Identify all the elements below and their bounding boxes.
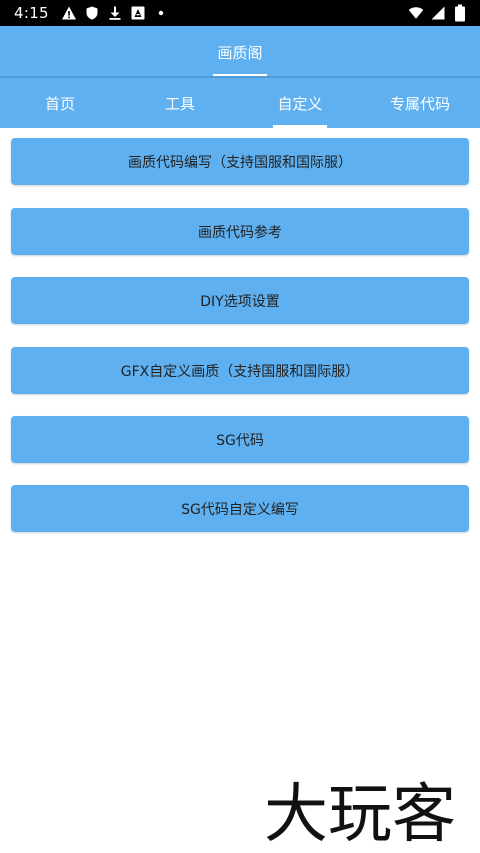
app-notification-icon (130, 5, 146, 21)
graphics-code-write-button[interactable]: 画质代码编写（支持国服和国际服） (11, 138, 469, 185)
status-bar: 4:15 (0, 0, 480, 26)
signal-icon (430, 5, 446, 21)
graphics-code-reference-button[interactable]: 画质代码参考 (11, 208, 469, 255)
wifi-icon (408, 5, 424, 21)
download-icon (107, 5, 123, 21)
shield-icon (84, 5, 100, 21)
warning-icon (61, 5, 77, 21)
active-tab-indicator (273, 125, 327, 128)
tab-custom-label: 自定义 (277, 94, 323, 113)
notification-icons (61, 5, 169, 21)
system-status-icons (408, 4, 468, 22)
diy-options-button[interactable]: DIY选项设置 (11, 277, 469, 324)
watermark-text: 大玩客 (264, 778, 456, 852)
page-title: 画质阁 (217, 44, 263, 62)
menu-button-label: GFX自定义画质（支持国服和国际服） (120, 363, 360, 380)
menu-button-label: SG代码 (216, 432, 264, 449)
menu-button-label: DIY选项设置 (200, 293, 280, 310)
menu-button-label: SG代码自定义编写 (181, 501, 299, 518)
tab-tools[interactable]: 工具 (120, 78, 240, 128)
menu-button-label: 画质代码参考 (198, 224, 282, 241)
app-header: 画质阁 (0, 26, 480, 76)
tab-exclusive-code-label: 专属代码 (389, 94, 450, 113)
tab-home-label: 首页 (44, 94, 75, 113)
tab-bar: 首页 工具 自定义 专属代码 (0, 78, 480, 128)
sg-code-button[interactable]: SG代码 (11, 416, 469, 463)
gfx-custom-graphics-button[interactable]: GFX自定义画质（支持国服和国际服） (11, 347, 469, 394)
more-notifications-dot-icon (153, 5, 169, 21)
status-time: 4:15 (14, 4, 49, 22)
tab-tools-label: 工具 (164, 94, 195, 113)
battery-icon (452, 4, 468, 22)
watermark-logo: 大玩客 (264, 778, 456, 852)
tab-custom[interactable]: 自定义 (240, 78, 360, 128)
tab-exclusive-code[interactable]: 专属代码 (360, 78, 480, 128)
menu-button-label: 画质代码编写（支持国服和国际服） (128, 154, 352, 171)
sg-code-custom-write-button[interactable]: SG代码自定义编写 (11, 485, 469, 532)
tab-home[interactable]: 首页 (0, 78, 120, 128)
